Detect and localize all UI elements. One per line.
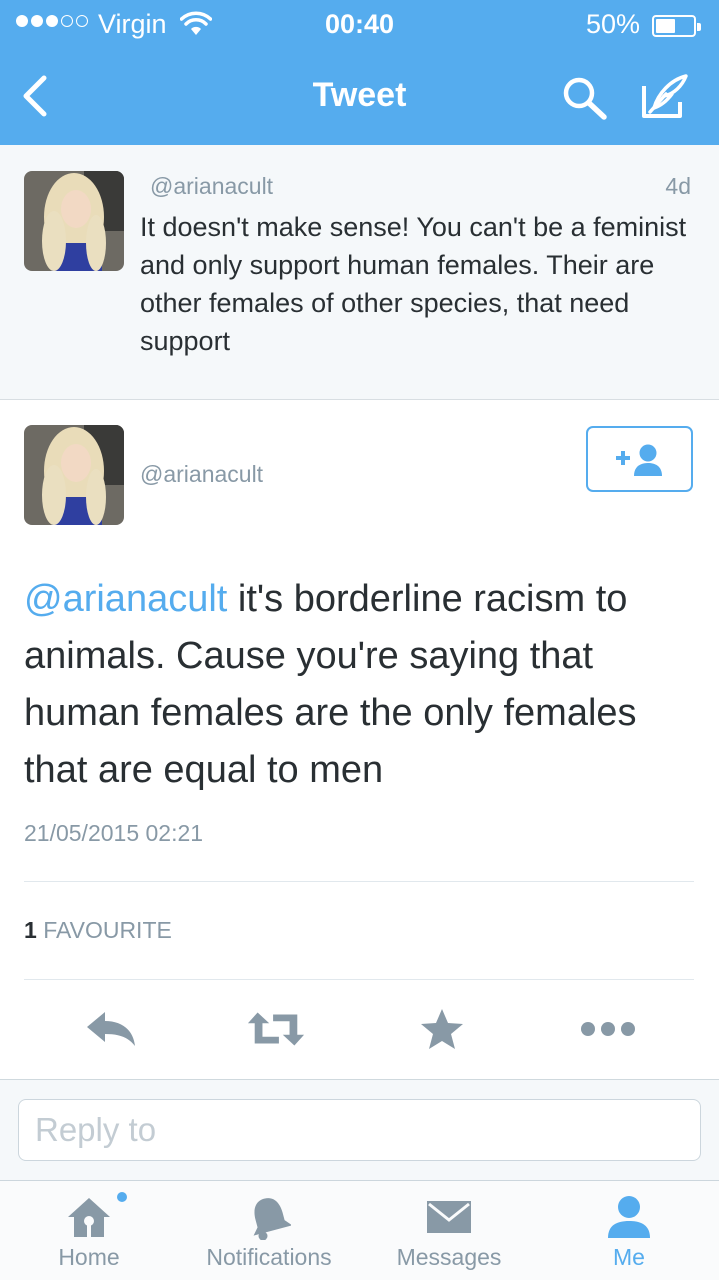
favourite-count[interactable]: 1 FAVOURITE <box>24 917 172 944</box>
tab-home[interactable]: Home <box>30 1181 148 1280</box>
reply-input[interactable] <box>18 1099 701 1161</box>
avatar[interactable] <box>24 171 124 271</box>
tab-notifications[interactable]: Notifications <box>186 1181 352 1280</box>
envelope-icon <box>427 1201 471 1233</box>
tab-label: Messages <box>396 1244 502 1270</box>
reply-bar <box>0 1079 719 1180</box>
main-tweet: @arianacult @arianacult it's borderline … <box>0 401 719 1079</box>
compose-button[interactable] <box>636 72 692 122</box>
more-dots-icon <box>581 1022 635 1036</box>
tab-label: Home <box>58 1244 120 1270</box>
tweet-actions <box>0 999 719 1059</box>
person-icon <box>608 1196 650 1238</box>
follow-button[interactable] <box>586 426 693 492</box>
avatar-image <box>24 425 124 525</box>
tab-label: Me <box>613 1244 645 1270</box>
notification-dot <box>117 1192 127 1202</box>
battery-icon <box>652 15 701 37</box>
tweet-text: It doesn't make sense! You can't be a fe… <box>140 212 687 356</box>
status-bar: Virgin 00:40 50% <box>0 0 719 48</box>
favorite-star-icon <box>421 1009 463 1049</box>
tweet-date: 21/05/2015 02:21 <box>24 820 204 846</box>
tweet-handle[interactable]: @arianacult <box>140 461 263 488</box>
favourite-number: 1 <box>24 917 37 943</box>
parent-tweet[interactable]: @arianacult 4d It doesn't make sense! Yo… <box>0 145 719 400</box>
compose-icon <box>642 74 688 118</box>
tab-messages[interactable]: Messages <box>381 1181 517 1280</box>
avatar-image <box>24 171 124 271</box>
tweet-timestamp: 4d <box>665 173 691 199</box>
page-title: Tweet <box>312 76 407 114</box>
search-button[interactable] <box>560 74 610 122</box>
mention-link[interactable]: @arianacult <box>24 578 227 620</box>
tweet-handle[interactable]: @arianacult <box>150 173 273 200</box>
top-bar: Virgin 00:40 50% Tweet <box>0 0 719 145</box>
tab-label: Notifications <box>206 1244 332 1270</box>
tab-bar: Home Notifications Messages Me <box>0 1180 719 1280</box>
divider <box>24 979 694 980</box>
more-button[interactable] <box>578 999 638 1059</box>
reply-button[interactable] <box>80 999 140 1059</box>
favorite-button[interactable] <box>412 999 472 1059</box>
avatar[interactable] <box>24 425 124 525</box>
battery-percent: 50% <box>586 9 641 39</box>
retweet-button[interactable] <box>246 999 306 1059</box>
search-icon <box>563 77 607 120</box>
tweet-text: @arianacult it's borderline racism to an… <box>24 571 704 799</box>
reply-icon <box>87 1012 135 1046</box>
home-icon <box>68 1198 110 1237</box>
tab-me[interactable]: Me <box>582 1181 676 1280</box>
favourite-label: FAVOURITE <box>43 917 172 943</box>
follow-user-icon <box>616 444 662 476</box>
bell-icon <box>253 1198 291 1240</box>
retweet-icon <box>247 1012 305 1046</box>
divider <box>24 881 694 882</box>
